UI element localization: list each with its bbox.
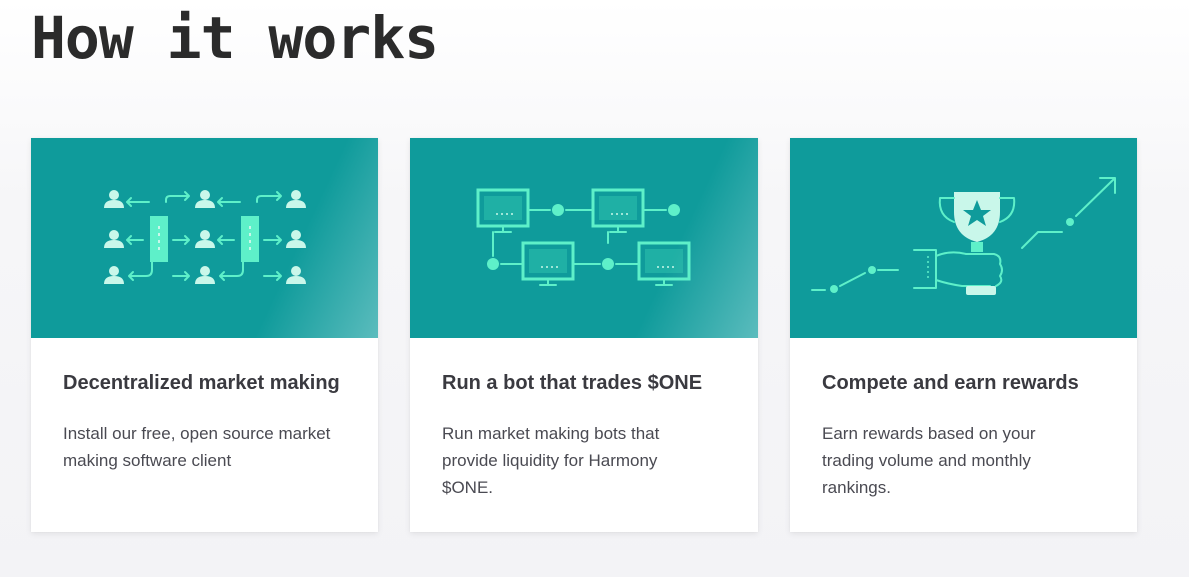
card-description: Earn rewards based on your trading volum…	[822, 424, 1036, 497]
trading-bot-network-icon	[476, 188, 691, 286]
card-title: Run a bot that trades $ONE	[442, 372, 703, 394]
card-compete-and-earn: Compete and earn rewards Earn rewards ba…	[790, 138, 1137, 532]
card-title: Compete and earn rewards	[822, 372, 1079, 394]
decentralized-network-icon	[104, 190, 306, 284]
card-illustration	[790, 138, 1137, 338]
card-run-a-bot: Run a bot that trades $ONE Run market ma…	[410, 138, 758, 532]
card-decentralized-market-making: Decentralized market making Install our …	[31, 138, 378, 532]
card-title: Decentralized market making	[63, 372, 340, 394]
card-illustration	[410, 138, 758, 338]
card-description: Run market making bots that provide liqu…	[442, 424, 660, 497]
page-title: How it works	[31, 4, 439, 72]
card-illustration	[31, 138, 378, 338]
card-description: Install our free, open source market mak…	[63, 424, 331, 470]
trophy-rewards-icon	[811, 177, 1116, 295]
